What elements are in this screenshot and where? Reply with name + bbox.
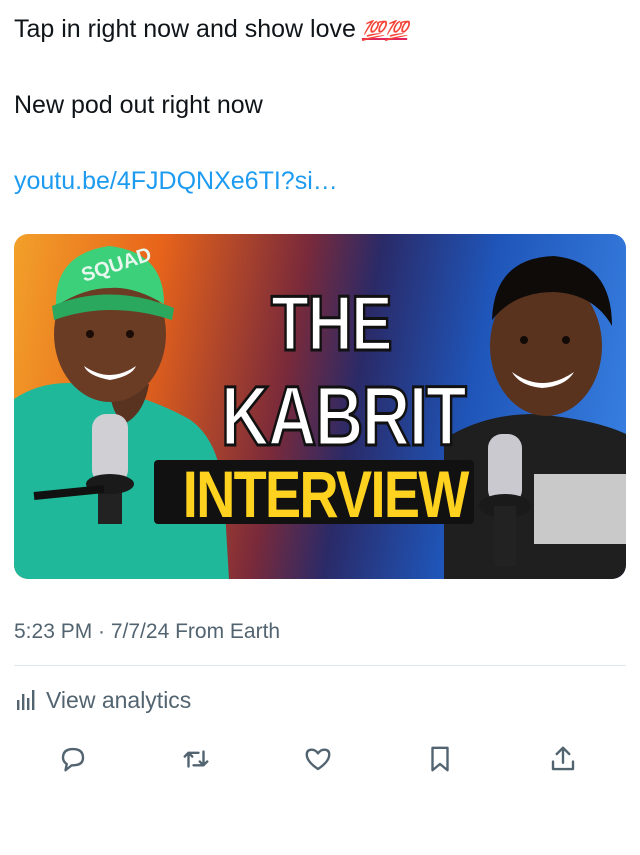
view-analytics-label: View analytics [46,686,192,713]
share-icon [551,746,575,771]
reply-button[interactable] [56,742,90,776]
right-person [444,256,626,579]
retweet-icon [183,750,209,768]
bar-chart-icon [17,690,35,710]
thumbnail-title-the: THE [270,279,394,367]
share-button[interactable] [546,742,580,776]
tweet-link[interactable]: youtu.be/4FJDQNXe6TI?si… [14,164,338,198]
tweet-text: Tap in right now and show love [14,15,356,43]
tweet-action-bar [0,742,640,776]
like-button[interactable] [301,742,335,776]
thumbnail-title-kabrit: KABRIT [220,369,468,463]
bookmark-button[interactable] [423,742,457,776]
thumbnail-title-interview: INTERVIEW [182,457,470,531]
view-analytics-link[interactable]: View analytics [14,684,191,716]
tweet-text-line2: New pod out right now [14,91,263,119]
tweet-text-line1: Tap in right now and show love 💯💯 [14,12,408,49]
divider [14,665,626,666]
heart-icon [305,748,331,771]
retweet-button[interactable] [179,742,213,776]
reply-icon [61,747,85,772]
video-thumbnail[interactable]: SQUAD THE KABRIT INTERVIEW [14,234,626,579]
bookmark-icon [431,746,449,772]
hundred-emoji: 💯💯 [361,21,408,42]
tweet-timestamp: 5:23 PM · 7/7/24 From Earth [14,620,281,643]
